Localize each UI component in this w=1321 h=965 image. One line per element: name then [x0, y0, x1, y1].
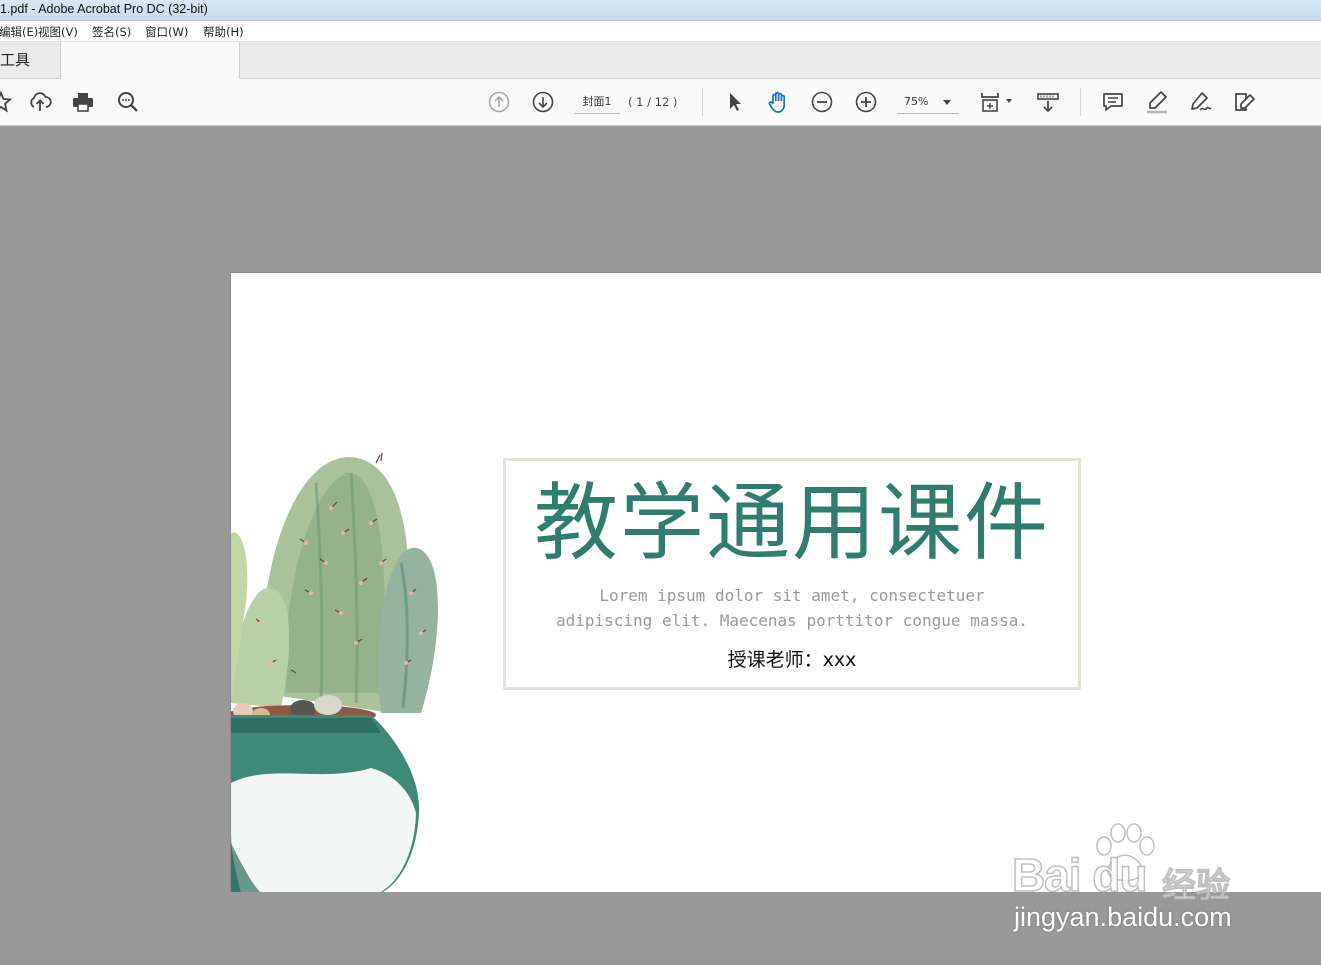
title-box: 教学通用课件 Lorem ipsum dolor sit amet, conse… [503, 458, 1081, 690]
tab-tools[interactable]: 工具 [0, 42, 60, 78]
chevron-down-icon [943, 100, 951, 105]
next-page-icon[interactable] [530, 89, 556, 115]
teacher-label: 授课老师：xxx [727, 649, 857, 671]
zoom-out-icon[interactable] [809, 89, 835, 115]
baidu-watermark: Bai du 经验 jingyan.baidu.com [1011, 822, 1262, 942]
watermark-logo: Bai du [1011, 848, 1148, 902]
zoom-value: 75% [904, 95, 929, 108]
menu-help[interactable]: 帮助(H) [203, 24, 244, 40]
tab-document[interactable] [60, 42, 240, 79]
zoom-in-icon[interactable] [853, 89, 879, 115]
menu-view[interactable]: 视图(V) [38, 24, 78, 40]
menu-window[interactable]: 窗口(W) [145, 24, 188, 40]
tab-strip: 工具 [0, 42, 1321, 79]
document-title: 教学通用课件 [533, 474, 1050, 572]
menu-bar: 编辑(E) 视图(V) 签名(S) 窗口(W) 帮助(H) [0, 21, 1321, 42]
hand-icon[interactable] [765, 89, 791, 115]
window-title-bar: 1.pdf - Adobe Acrobat Pro DC (32-bit) [0, 0, 1321, 21]
watermark-url: jingyan.baidu.com [1014, 902, 1232, 932]
highlight-pen-icon[interactable] [1144, 89, 1170, 115]
pdf-page: 教学通用课件 Lorem ipsum dolor sit amet, conse… [230, 272, 1321, 892]
scroll-mode-icon[interactable] [1035, 89, 1061, 115]
cactus-illustration [231, 453, 439, 892]
watermark-brand: 经验 [1162, 866, 1231, 907]
prev-page-icon[interactable] [486, 89, 512, 115]
comment-icon[interactable] [1100, 89, 1126, 115]
sign-icon[interactable] [1188, 89, 1214, 115]
star-icon[interactable] [0, 89, 14, 115]
print-icon[interactable] [70, 89, 96, 115]
lorem-line-2: adipiscing elit. Maecenas porttitor cong… [555, 611, 1028, 630]
select-arrow-icon[interactable] [721, 89, 747, 115]
fit-page-icon[interactable] [978, 89, 1016, 115]
main-toolbar: 封面1 ( 1 / 12 ) 75% [0, 79, 1321, 126]
menu-edit[interactable]: 编辑(E) [0, 24, 38, 40]
window-title: 1.pdf - Adobe Acrobat Pro DC (32-bit) [0, 2, 208, 16]
lorem-line-1: Lorem ipsum dolor sit amet, consectetuer [599, 586, 985, 605]
upload-cloud-icon[interactable] [27, 89, 53, 115]
zoom-search-icon[interactable] [115, 89, 141, 115]
menu-sign[interactable]: 签名(S) [92, 24, 131, 40]
zoom-dropdown[interactable]: 75% [897, 91, 959, 114]
fill-sign-icon[interactable] [1232, 89, 1258, 115]
page-number-input[interactable]: 封面1 [574, 91, 620, 114]
toolbar-divider [702, 88, 703, 116]
page-count: ( 1 / 12 ) [628, 95, 678, 109]
lorem-text: Lorem ipsum dolor sit amet, consectetuer… [506, 583, 1078, 633]
toolbar-divider [1080, 88, 1081, 116]
